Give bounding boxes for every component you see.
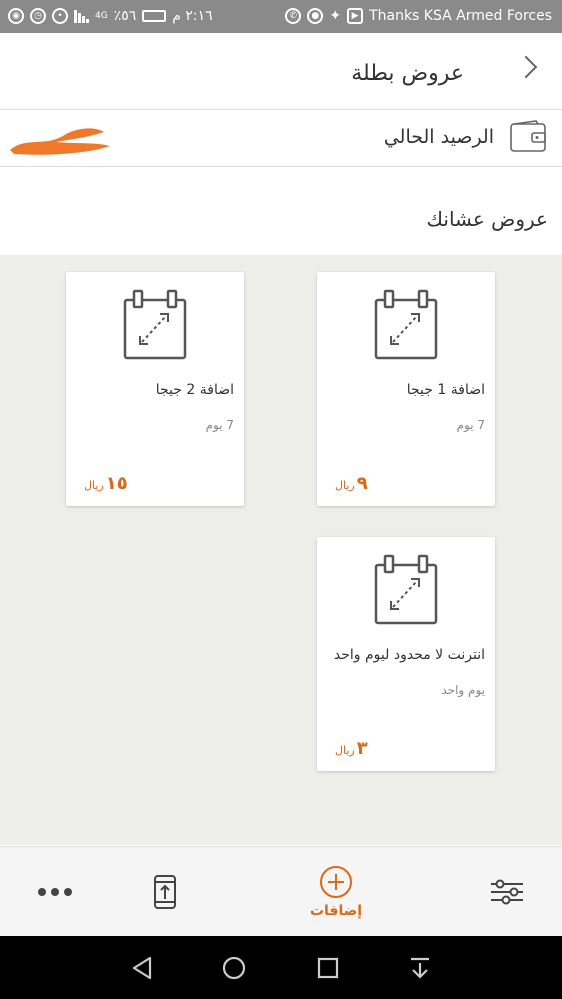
offer-price: ١٥ ريال xyxy=(84,473,128,494)
price-currency: ريال xyxy=(84,479,104,492)
data-bundle-icon xyxy=(123,289,187,360)
status-bar: ٢:١٦ م ٥٦٪ 4G • ◷ ◉ ✆ ● ✦ ▶ Thanks KSA A… xyxy=(0,0,562,33)
whatsapp-icon: ✆ xyxy=(285,8,302,24)
signal-icon xyxy=(74,9,89,23)
nav-addons-label: إضافات xyxy=(309,903,363,919)
price-value: ٩ xyxy=(356,473,368,494)
recents-icon[interactable] xyxy=(314,954,342,982)
offer-card[interactable]: انترنت لا محدود ليوم واحد يوم واحد ٣ ريا… xyxy=(317,537,495,771)
offer-title: اضافة 2 جيجا xyxy=(155,382,234,398)
phone-upload-icon xyxy=(154,875,176,909)
nav-recharge[interactable] xyxy=(130,847,200,937)
price-value: ٣ xyxy=(356,738,368,759)
app-header: عروض بطلة xyxy=(0,33,562,110)
data-bundle-icon xyxy=(374,289,438,360)
nav-more[interactable] xyxy=(20,847,90,937)
notification-pull-icon[interactable] xyxy=(406,954,434,982)
offer-duration: يوم واحد xyxy=(441,683,485,697)
price-value: ١٥ xyxy=(105,473,128,494)
offer-price: ٣ ريال xyxy=(335,738,368,759)
price-currency: ريال xyxy=(335,479,355,492)
price-currency: ريال xyxy=(335,744,355,757)
page-title: عروض بطلة xyxy=(351,61,464,86)
more-icon xyxy=(38,888,72,896)
hotspot-icon: ◉ xyxy=(8,8,24,24)
battery-icon xyxy=(142,10,167,22)
data-bundle-icon xyxy=(374,554,438,625)
status-left: ٢:١٦ م ٥٦٪ 4G • ◷ ◉ xyxy=(8,8,213,24)
offer-title: اضافة 1 جيجا xyxy=(406,382,485,398)
status-right: ✆ ● ✦ ▶ Thanks KSA Armed Forces xyxy=(285,8,552,24)
status-time: ٢:١٦ م xyxy=(172,8,213,24)
section-title: عروض عشانك xyxy=(426,207,548,231)
system-nav-bar xyxy=(0,936,562,999)
offer-card[interactable]: اضافة 1 جيجا 7 يوم ٩ ريال xyxy=(317,272,495,506)
nav-settings[interactable] xyxy=(472,847,542,937)
home-icon[interactable] xyxy=(220,954,248,982)
nav-addons[interactable]: إضافات xyxy=(296,847,376,937)
network-type: 4G xyxy=(95,11,108,21)
balance-row: الرصيد الحالي xyxy=(0,110,562,167)
offers-section-header: عروض عشانك xyxy=(0,167,562,255)
offer-card[interactable]: اضافة 2 جيجا 7 يوم ١٥ ريال xyxy=(66,272,244,506)
eye-icon: • xyxy=(52,8,68,24)
offer-duration: 7 يوم xyxy=(456,418,485,432)
twitter-icon: ✦ xyxy=(329,8,342,24)
redacted-balance-scribble xyxy=(10,128,110,155)
add-circle-icon xyxy=(320,866,352,898)
chrome-icon: ● xyxy=(307,8,324,24)
bottom-nav: إضافات xyxy=(0,846,562,937)
wallet-icon xyxy=(510,120,546,152)
notification-text: Thanks KSA Armed Forces xyxy=(369,8,552,24)
filter-icon xyxy=(491,879,523,905)
youtube-icon: ▶ xyxy=(347,8,364,24)
back-icon[interactable] xyxy=(128,954,156,982)
offer-duration: 7 يوم xyxy=(205,418,234,432)
alarm-icon: ◷ xyxy=(30,8,46,24)
offers-grid: اضافة 1 جيجا 7 يوم ٩ ريال اضافة 2 جيجا 7… xyxy=(0,255,562,845)
balance-label: الرصيد الحالي xyxy=(383,126,494,148)
chevron-right-icon[interactable] xyxy=(514,55,538,79)
battery-level: ٥٦٪ xyxy=(113,8,137,24)
offer-title: انترنت لا محدود ليوم واحد xyxy=(333,647,485,663)
offer-price: ٩ ريال xyxy=(335,473,368,494)
